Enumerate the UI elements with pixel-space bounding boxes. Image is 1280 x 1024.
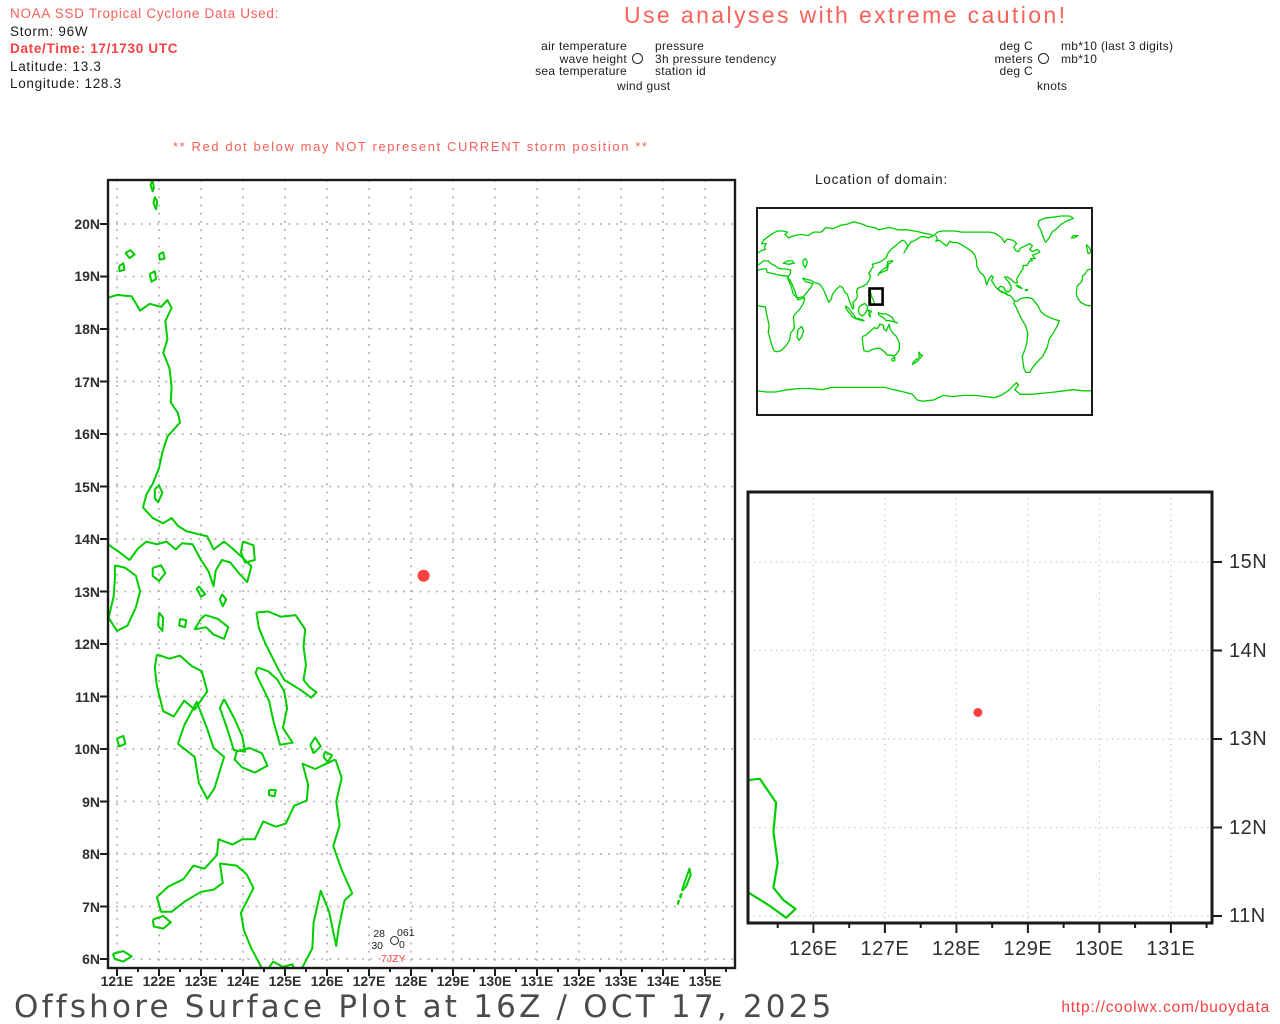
y-tick-label: 13N [74, 583, 100, 600]
x-tick-label: 134E [646, 973, 680, 989]
y-tick-label: 16N [74, 426, 100, 442]
x-tick-label: 130E [1075, 938, 1124, 960]
x-tick-label: 128E [394, 973, 428, 989]
station-sea-temp: 30 [371, 940, 384, 953]
station-circle-icon [1038, 53, 1049, 65]
y-tick-label: 17N [74, 373, 100, 390]
legend-pressure: pressure [655, 39, 705, 53]
station-air-temp: 28 [373, 928, 386, 941]
x-tick-label: 123E [184, 973, 218, 989]
y-tick-label: 12N [1229, 816, 1268, 839]
longitude-line: Longitude: 128.3 [10, 76, 122, 92]
offshore-surface-plot: NOAA SSD Tropical Cyclone Data Used: Sto… [0, 0, 1280, 1024]
x-tick-label: 121E [100, 973, 134, 989]
x-tick-label: 126E [310, 973, 344, 989]
storm-info-block: NOAA SSD Tropical Cyclone Data Used: Sto… [10, 5, 279, 93]
y-tick-label: 9N [82, 793, 100, 810]
y-tick-label: 11N [1229, 905, 1266, 927]
station-tendency: 0 [399, 939, 405, 952]
x-tick-label: 135E [688, 973, 722, 989]
unit-deg-c-air: deg C [999, 39, 1033, 53]
legend-sea-temperature: sea temperature [535, 64, 627, 79]
y-tick-label: 14N [1229, 639, 1268, 662]
y-tick-label: 10N [74, 741, 100, 757]
y-tick-label: 11N [75, 688, 100, 705]
unit-deg-c-sea: deg C [999, 64, 1033, 79]
x-tick-label: 122E [142, 973, 176, 989]
storm-position-dot [417, 569, 430, 582]
caution-headline: Use analyses with extreme caution! [624, 2, 1068, 28]
y-tick-label: 19N [74, 268, 100, 285]
datetime-line: Date/Time: 17/1730 UTC [10, 41, 179, 57]
unit-mb10: mb*10 [1061, 51, 1098, 66]
x-tick-label: 133E [604, 973, 638, 989]
zoom-map-svg [746, 490, 1222, 933]
world-inset-map [756, 207, 1093, 416]
station-units-legend: deg C meters deg C mb*10 (last 3 digits)… [930, 39, 1174, 79]
x-tick-label: 128E [932, 938, 981, 960]
world-map-svg [756, 207, 1093, 416]
station-model-legend: air temperature wave height sea temperat… [522, 40, 776, 78]
x-tick-label: 125E [268, 973, 302, 989]
legend-station-id: station id [655, 64, 707, 79]
x-tick-label: 127E [860, 938, 910, 960]
x-tick-label: 131E [520, 973, 554, 989]
main-map [100, 178, 737, 976]
source-url: http://coolwx.com/buoydata [1061, 999, 1270, 1016]
x-tick-label: 126E [789, 938, 838, 960]
main-map-svg [100, 178, 737, 976]
station-callsign: 7JZY [381, 953, 406, 966]
x-tick-label: 124E [226, 973, 260, 989]
latitude-line: Latitude: 13.3 [10, 58, 102, 74]
red-dot-warning: ** Red dot below may NOT represent CURRE… [173, 139, 649, 154]
station-pressure: 061 [397, 927, 415, 940]
unit-mb10-last3: mb*10 (last 3 digits) [1061, 39, 1174, 53]
x-tick-label: 132E [562, 973, 596, 989]
storm-position-dot [973, 708, 983, 717]
inset-title: Location of domain: [815, 172, 949, 187]
unit-knots: knots [1037, 79, 1068, 93]
x-tick-label: 127E [352, 973, 386, 989]
y-tick-label: 12N [74, 636, 100, 652]
y-tick-label: 8N [82, 846, 100, 863]
noaa-data-line: NOAA SSD Tropical Cyclone Data Used: [10, 6, 280, 21]
plot-title: Offshore Surface Plot at 16Z / OCT 17, 2… [14, 989, 835, 1024]
y-tick-label: 15N [1229, 551, 1268, 573]
y-tick-label: 13N [1229, 728, 1268, 750]
y-tick-label: 15N [74, 478, 100, 495]
legend-air-temperature: air temperature [541, 39, 627, 53]
station-circle-icon [632, 53, 643, 65]
y-tick-label: 18N [74, 321, 100, 337]
legend-wind-gust: wind gust [617, 79, 671, 93]
y-tick-label: 7N [82, 898, 100, 915]
y-tick-label: 20N [74, 215, 100, 232]
x-tick-label: 130E [478, 973, 512, 989]
storm-id-line: Storm: 96W [10, 23, 89, 39]
y-tick-label: 6N [82, 951, 100, 968]
x-tick-label: 129E [436, 973, 470, 989]
x-tick-label: 129E [1003, 938, 1053, 960]
zoom-map [746, 490, 1222, 933]
y-tick-label: 14N [74, 531, 100, 547]
x-tick-label: 131E [1146, 938, 1196, 960]
